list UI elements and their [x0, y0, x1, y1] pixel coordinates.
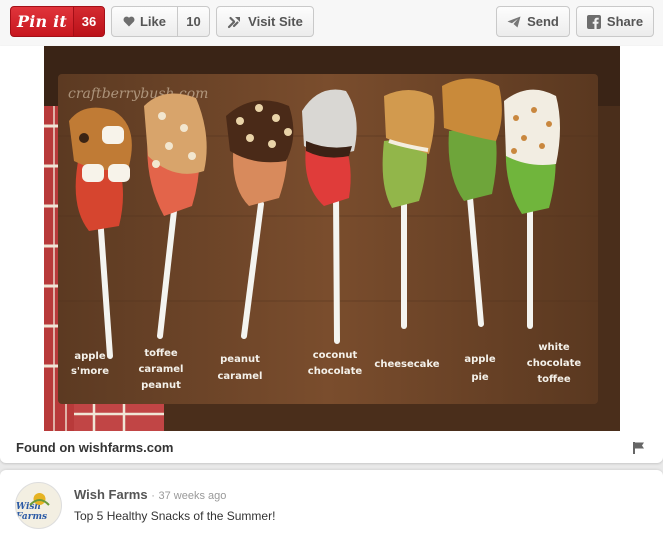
like-part: Like — [112, 7, 178, 36]
treat-label-7a: white — [538, 342, 570, 353]
avatar[interactable]: Wish Farms — [15, 482, 62, 529]
found-on-text[interactable]: Found on wishfarms.com — [16, 440, 173, 455]
share-label: Share — [606, 14, 644, 29]
pin-it-button[interactable]: Pin it 36 — [10, 6, 105, 37]
treat-label-1a: apple — [74, 351, 105, 362]
pin-image[interactable]: craftberrybush.com apple s'more toffee c… — [44, 46, 620, 431]
pinner-attribution: Wish Farms Wish Farms · 37 weeks ago Top… — [0, 470, 663, 544]
like-button[interactable]: Like 10 — [111, 6, 210, 37]
pin-description: Top 5 Healthy Snacks of the Summer! — [74, 509, 276, 523]
treat-label-2a: toffee — [144, 348, 178, 359]
treat-label-4a: coconut — [313, 350, 358, 361]
pin-action-bar: Pin it 36 Like 10 Visit Site Send Share — [0, 0, 663, 46]
treat-label-3b: caramel — [218, 371, 263, 382]
facebook-icon — [586, 14, 601, 29]
flag-icon[interactable] — [633, 441, 645, 459]
heart-icon — [123, 16, 135, 27]
treat-label-3a: peanut — [220, 354, 260, 365]
treat-label-2b: caramel — [139, 364, 184, 375]
treat-label-7c: toffee — [537, 374, 571, 385]
owner-separator: · — [151, 490, 155, 502]
visit-site-icon — [227, 15, 242, 29]
owner-name[interactable]: Wish Farms — [74, 487, 148, 502]
treat-label-7b: chocolate — [527, 358, 582, 369]
visit-site-button[interactable]: Visit Site — [216, 6, 314, 37]
pin-it-label: Pin it — [17, 12, 67, 31]
send-label: Send — [527, 14, 559, 29]
treat-label-4b: chocolate — [308, 366, 363, 377]
treat-label-5: cheesecake — [374, 359, 439, 370]
pin-count: 36 — [73, 7, 104, 36]
pin-card: craftberrybush.com apple s'more toffee c… — [0, 46, 663, 463]
treat-label-2c: peanut — [141, 380, 181, 391]
send-icon — [507, 16, 521, 28]
treat-label-6a: apple — [464, 354, 495, 365]
like-count: 10 — [186, 14, 201, 29]
owner-time: 37 weeks ago — [158, 490, 227, 502]
visit-site-label: Visit Site — [248, 14, 303, 29]
treat-label-1b: s'more — [71, 366, 109, 377]
owner-line: Wish Farms · 37 weeks ago — [74, 487, 226, 502]
like-label: Like — [139, 14, 166, 29]
treat-label-6b: pie — [471, 372, 489, 383]
found-on-source[interactable]: Found on wishfarms.com — [0, 431, 663, 463]
send-button[interactable]: Send — [496, 6, 570, 37]
share-button[interactable]: Share — [576, 6, 654, 37]
